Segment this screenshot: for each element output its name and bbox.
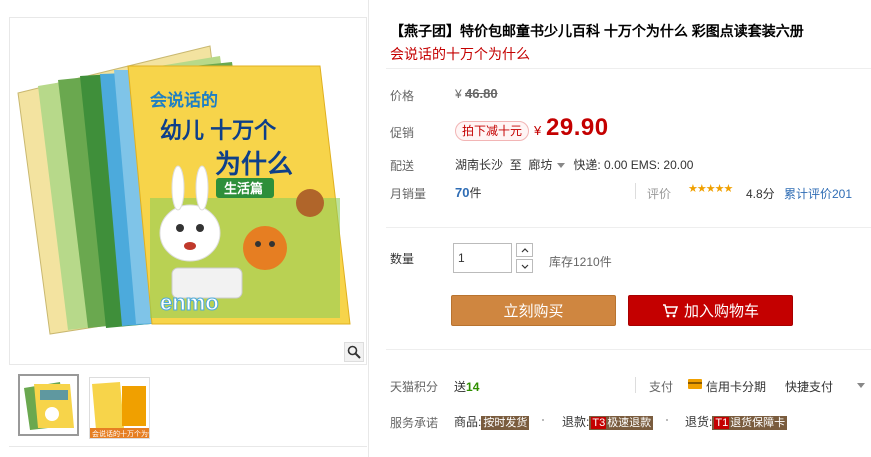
shipping-destination-select[interactable]: 廊坊 [528, 158, 573, 172]
main-product-image[interactable]: 会说话的 幼儿 十万个 为什么 生活篇 enmo [9, 17, 367, 365]
cover-headline-large-1: 幼儿 十万个 [160, 118, 277, 143]
chevron-down-icon[interactable] [857, 383, 865, 388]
return-tag-label: 退货保障卡 [730, 417, 786, 429]
price-label: 价格 [390, 89, 415, 103]
cover-logo: enmo [160, 290, 219, 315]
monthly-sales-count: 70 [455, 185, 470, 200]
service-goods-label: 商品: [454, 415, 482, 429]
column-divider [368, 0, 369, 457]
monthly-sales-label: 月销量 [390, 187, 427, 201]
action-divider [386, 349, 871, 350]
refund-t3-label: T3 [591, 417, 607, 429]
shipping-info: 湖南长沙 至 廊坊 快递: 0.00 EMS: 20.00 [455, 156, 693, 173]
fast-pay-option[interactable]: 快捷支付 [785, 378, 833, 395]
shipping-label: 配送 [390, 159, 415, 173]
service-refund-label: 退款: [562, 415, 590, 429]
add-to-cart-label: 加入购物车 [683, 303, 759, 320]
quantity-input[interactable] [453, 243, 512, 273]
zoom-button[interactable] [344, 342, 364, 362]
chevron-down-icon [521, 264, 528, 269]
return-guarantee-badge[interactable]: T1 退货保障卡 [712, 416, 788, 430]
quantity-increase-button[interactable] [516, 243, 533, 257]
product-subtitle: 会说话的十万个为什么 [390, 46, 530, 62]
service-goods: 商品: 按时发货 [454, 413, 530, 430]
shipping-fees: 快递: 0.00 EMS: 20.00 [573, 158, 694, 172]
buy-now-label: 立刻购买 [503, 303, 564, 320]
stock-count: 库存1210件 [549, 255, 612, 269]
thumbnail-2[interactable]: 会说话的十万个为什么 [89, 377, 150, 439]
rating-stars: ★★★★★ [688, 183, 733, 195]
chevron-down-icon [557, 163, 566, 169]
fast-refund-badge[interactable]: T3 极速退款 [589, 416, 654, 430]
shipping-to-word: 至 [509, 158, 522, 172]
on-time-shipping-badge[interactable]: 按时发货 [481, 416, 530, 430]
magnifier-icon [347, 345, 361, 359]
promo-tag: 拍下减十元 [455, 121, 530, 141]
quantity-label: 数量 [390, 252, 415, 266]
title-divider [386, 68, 871, 69]
monthly-sales-unit: 件 [469, 186, 482, 200]
promo-price: 29.90 [546, 114, 609, 141]
gallery-divider [9, 446, 367, 447]
thumbnail-2-label: 会说话的十万个为什么 [92, 429, 149, 438]
thumbnail-2-image: 会说话的十万个为什么 [90, 378, 149, 438]
service-dot [666, 419, 668, 421]
promo-label: 促销 [390, 126, 415, 140]
shipping-destination: 廊坊 [528, 158, 553, 172]
original-price: ¥ 46.80 [455, 86, 498, 101]
review-count-link[interactable]: 累计评价201 [784, 185, 852, 202]
monthly-sales: 70件 [455, 184, 481, 201]
book-set-illustration: 会说话的 幼儿 十万个 为什么 生活篇 enmo [17, 45, 351, 335]
points-value: 送14 [454, 378, 479, 395]
service-label: 服务承诺 [390, 416, 439, 430]
original-price-currency: ¥ [455, 87, 462, 101]
review-label: 评价 [647, 187, 672, 201]
thumbnail-1[interactable] [18, 374, 79, 436]
buy-now-button[interactable]: 立刻购买 [451, 295, 616, 326]
sales-divider [635, 183, 636, 199]
add-to-cart-button[interactable]: 加入购物车 [628, 295, 793, 326]
return-t1-label: T1 [714, 417, 730, 429]
info-divider [386, 227, 871, 228]
product-gallery: 会说话的 幼儿 十万个 为什么 生活篇 enmo 会说话的十万个为 [0, 0, 368, 457]
payment-label: 支付 [649, 380, 674, 394]
credit-card-installment[interactable]: 信用卡分期 [706, 378, 766, 395]
product-title: 【燕子团】特价包邮童书少儿百科 十万个为什么 彩图点读套装六册 [390, 23, 804, 39]
chevron-up-icon [521, 247, 528, 252]
points-divider [635, 377, 636, 393]
cover-headline-small: 会说话的 [150, 90, 218, 110]
credit-card-icon [688, 379, 702, 389]
points-prefix: 送 [454, 380, 467, 394]
service-dot [542, 419, 544, 421]
cover-headline-large-2: 为什么 [215, 149, 293, 179]
service-refund: 退款: T3 极速退款 [562, 413, 654, 430]
shipping-from: 湖南长沙 [455, 158, 504, 172]
cover-volume: 生活篇 [224, 181, 263, 196]
service-return-label: 退货: [685, 415, 713, 429]
thumbnail-1-image [20, 376, 77, 434]
cart-icon [662, 303, 678, 317]
points-amount: 14 [466, 380, 480, 394]
promo-price-currency: ¥ [534, 123, 542, 138]
refund-tag-label: 极速退款 [607, 417, 652, 429]
service-return: 退货: T1 退货保障卡 [685, 413, 788, 430]
rating-score: 4.8分 [746, 187, 775, 201]
original-price-value: 46.80 [465, 86, 498, 101]
points-label: 天猫积分 [390, 380, 439, 394]
quantity-decrease-button[interactable] [516, 259, 533, 273]
